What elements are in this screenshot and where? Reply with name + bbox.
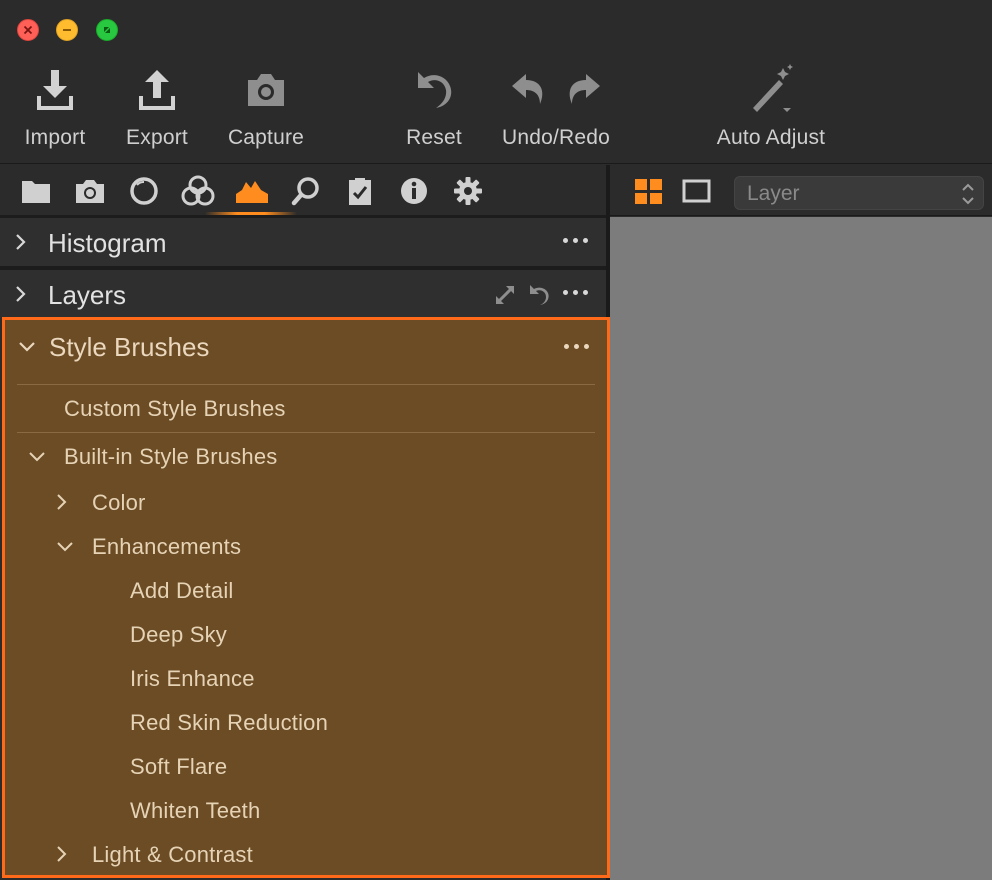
- import-label: Import: [24, 126, 86, 149]
- style-brushes-more-button[interactable]: [564, 344, 592, 352]
- lens-icon: [130, 177, 158, 205]
- import-button[interactable]: Import: [18, 64, 92, 160]
- builtin-style-brushes-item[interactable]: Built-in Style Brushes: [64, 444, 278, 470]
- auto-adjust-label: Auto Adjust: [716, 126, 826, 149]
- single-view-button[interactable]: [682, 178, 712, 206]
- tab-exposure[interactable]: [232, 173, 272, 209]
- close-icon: [23, 25, 33, 35]
- image-viewer[interactable]: [610, 217, 992, 880]
- style-brushes-title: Style Brushes: [49, 332, 210, 362]
- auto-adjust-button: Auto Adjust: [708, 64, 834, 160]
- capture-label: Capture: [227, 126, 305, 149]
- info-icon: [401, 178, 427, 204]
- single-view-icon: [682, 179, 711, 203]
- layers-panel-header[interactable]: Layers: [0, 270, 606, 318]
- tab-library[interactable]: [16, 173, 56, 209]
- brush-item-add-detail[interactable]: Add Detail: [130, 578, 234, 604]
- export-icon: [137, 64, 177, 116]
- active-tab-indicator: [205, 212, 297, 215]
- tab-settings[interactable]: [448, 173, 488, 209]
- viewer-header: Layer: [610, 165, 992, 216]
- light-contrast-group-item[interactable]: Light & Contrast: [92, 842, 253, 868]
- chevron-down-icon[interactable]: [27, 450, 47, 464]
- tab-metadata[interactable]: [394, 173, 434, 209]
- magic-wand-icon: [743, 64, 799, 116]
- grid-view-button[interactable]: [634, 178, 664, 206]
- window-close-button[interactable]: [17, 19, 39, 41]
- color-group-item[interactable]: Color: [92, 490, 146, 516]
- chevron-right-icon: [16, 234, 26, 250]
- undo-redo-icon: [508, 64, 604, 116]
- tool-tab-strip: [0, 165, 606, 216]
- reset-icon[interactable]: [528, 283, 550, 307]
- style-brushes-panel: Style Brushes Custom Style Brushes Built…: [2, 317, 610, 878]
- divider: [17, 432, 595, 433]
- capture-button: Capture: [222, 64, 310, 160]
- custom-style-brushes-item[interactable]: Custom Style Brushes: [64, 396, 286, 422]
- brush-item-deep-sky[interactable]: Deep Sky: [130, 622, 227, 648]
- grid-icon: [635, 179, 662, 204]
- chevron-down-icon[interactable]: [55, 540, 75, 554]
- window-minimize-button[interactable]: [56, 19, 78, 41]
- tab-lens[interactable]: [124, 173, 164, 209]
- reset-button: Reset: [400, 64, 468, 160]
- brush-item-iris-enhance[interactable]: Iris Enhance: [130, 666, 255, 692]
- tab-capture[interactable]: [70, 173, 110, 209]
- tab-details[interactable]: [286, 173, 326, 209]
- clipboard-icon: [349, 178, 371, 205]
- details-icon: [291, 177, 319, 206]
- undo-redo-button: Undo/Redo: [496, 64, 616, 160]
- export-button[interactable]: Export: [120, 64, 194, 160]
- undo-redo-label: Undo/Redo: [501, 126, 611, 149]
- reset-icon: [414, 64, 454, 116]
- color-icon: [181, 175, 215, 206]
- chevron-right-icon[interactable]: [55, 492, 69, 512]
- gear-icon: [454, 177, 482, 205]
- enhancements-group-item[interactable]: Enhancements: [92, 534, 241, 560]
- chevron-updown-icon: [962, 183, 974, 205]
- toolbar: Import Export Capture Reset Undo/Redo Au…: [0, 0, 992, 164]
- brush-item-whiten-teeth[interactable]: Whiten Teeth: [130, 798, 260, 824]
- tab-adjustments[interactable]: [340, 173, 380, 209]
- import-icon: [35, 64, 75, 116]
- brush-item-red-skin-reduction[interactable]: Red Skin Reduction: [130, 710, 328, 736]
- tab-color[interactable]: [178, 173, 218, 209]
- reset-label: Reset: [406, 126, 462, 149]
- histogram-title: Histogram: [48, 228, 167, 258]
- divider: [17, 384, 595, 385]
- camera-icon: [244, 64, 288, 116]
- export-label: Export: [126, 126, 188, 149]
- layers-title: Layers: [48, 280, 127, 310]
- fullscreen-icon: [104, 27, 110, 33]
- minimize-icon: [63, 29, 71, 31]
- brush-item-soft-flare[interactable]: Soft Flare: [130, 754, 227, 780]
- chevron-right-icon[interactable]: [55, 844, 69, 864]
- camera-icon: [76, 180, 104, 203]
- expand-icon[interactable]: [494, 284, 516, 306]
- chevron-right-icon: [16, 286, 26, 302]
- chevron-down-icon[interactable]: [17, 340, 37, 354]
- histogram-more-button[interactable]: [563, 238, 591, 246]
- exposure-icon: [236, 181, 268, 203]
- folder-icon: [22, 181, 50, 203]
- layers-more-button[interactable]: [563, 290, 591, 298]
- window-maximize-button[interactable]: [96, 19, 118, 41]
- layer-select-value: Layer: [747, 182, 800, 205]
- histogram-panel-header[interactable]: Histogram: [0, 218, 606, 266]
- layer-select[interactable]: Layer: [734, 176, 984, 210]
